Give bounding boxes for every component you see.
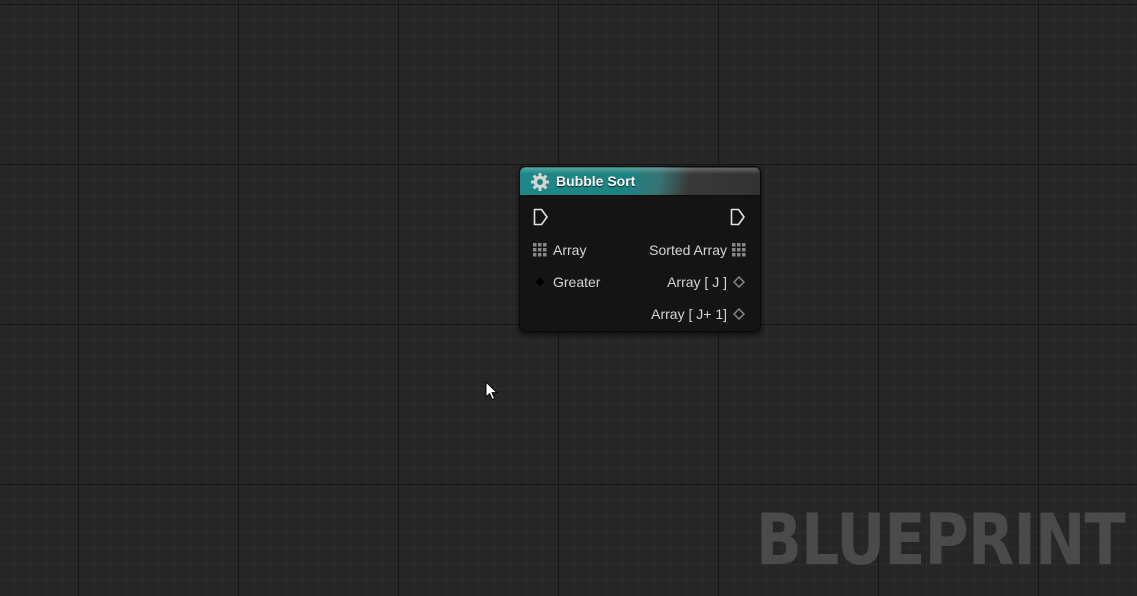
array-input-label: Array [553,242,587,258]
array-j1-diamond-pin-icon[interactable] [733,308,745,320]
node-header[interactable]: Bubble Sort [520,167,760,196]
array-grid-icon[interactable] [732,243,746,257]
array-j-diamond-pin-icon[interactable] [733,276,745,288]
array-grid-icon[interactable] [533,243,547,257]
array-j1-output-label: Array [ J+ 1] [651,306,727,322]
blueprint-watermark: BLUEPRINT [756,499,1126,581]
exec-in-pin[interactable] [533,208,549,226]
sorted-array-output-label: Sorted Array [649,242,727,258]
node-title: Bubble Sort [556,173,636,189]
exec-out-pin[interactable] [730,208,746,226]
graph-canvas[interactable]: Bubble Sort Array Sorted Array Greater A… [0,0,1137,596]
gear-icon [531,173,549,191]
bubble-sort-node[interactable]: Bubble Sort Array Sorted Array Greater A… [519,166,761,332]
mouse-cursor-icon [485,381,498,400]
greater-input-label: Greater [553,274,601,290]
greater-diamond-pin-icon[interactable] [534,276,546,288]
array-j-output-label: Array [ J ] [667,274,727,290]
